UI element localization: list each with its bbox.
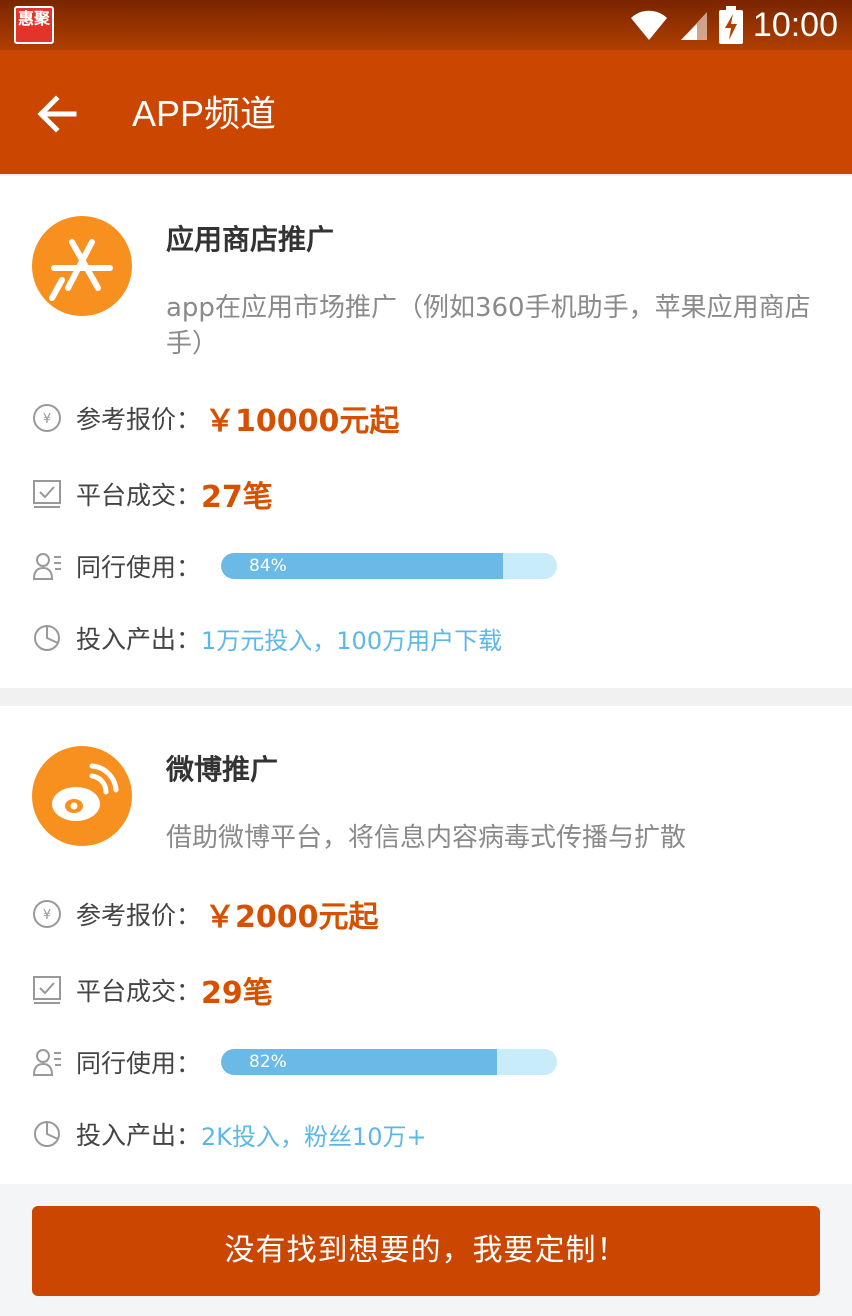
usage-label: 同行使用： bbox=[76, 553, 202, 582]
user-list-icon bbox=[32, 1049, 61, 1076]
deals-label: 平台成交： bbox=[76, 977, 202, 1006]
usage-progress-text: 82% bbox=[249, 1052, 287, 1072]
app-bar: APP频道 bbox=[0, 50, 852, 174]
deals-row: 平台成交： 29笔 bbox=[32, 970, 273, 1011]
roi-label: 投入产出： bbox=[76, 625, 202, 654]
price-value: ￥2000元起 bbox=[205, 900, 379, 935]
deals-value: 27笔 bbox=[201, 480, 273, 515]
card-title: 微博推广 bbox=[166, 753, 279, 786]
pie-chart-icon bbox=[34, 1121, 60, 1147]
roi-label: 投入产出： bbox=[76, 1121, 202, 1150]
service-card-weibo[interactable]: 微博推广 借助微博平台，将信息内容病毒式传播与扩散 ¥ 参考报价： ￥2000元… bbox=[0, 706, 852, 1184]
deals-label: 平台成交： bbox=[76, 481, 202, 510]
svg-text:¥: ¥ bbox=[43, 412, 51, 427]
status-indicators: 10:00 bbox=[629, 0, 838, 50]
yen-coin-icon: ¥ bbox=[33, 900, 61, 928]
weibo-icon bbox=[52, 763, 119, 821]
page-title: APP频道 bbox=[132, 93, 277, 134]
user-list-icon bbox=[32, 553, 61, 580]
price-value: ￥10000元起 bbox=[205, 404, 400, 439]
notification-app-icon-text: 惠聚 bbox=[17, 9, 50, 28]
checkbox-icon bbox=[33, 480, 61, 508]
roi-value: 1万元投入，100万用户下载 bbox=[201, 626, 503, 655]
signal-icon bbox=[680, 12, 707, 40]
deals-value: 29笔 bbox=[201, 976, 273, 1011]
app-store-icon bbox=[49, 239, 113, 301]
status-bar: 惠聚 10:00 bbox=[0, 0, 852, 50]
roi-value: 2K投入，粉丝10万+ bbox=[201, 1122, 427, 1151]
card-description: 借助微博平台，将信息内容病毒式传播与扩散 bbox=[166, 823, 687, 853]
price-row: ¥ 参考报价： ￥10000元起 bbox=[32, 398, 400, 439]
price-label: 参考报价： bbox=[76, 901, 202, 930]
app-store-logo bbox=[32, 216, 132, 316]
notification-app-icon: 惠聚 bbox=[14, 6, 54, 44]
usage-row: 同行使用： 84% bbox=[32, 546, 558, 586]
usage-label: 同行使用： bbox=[76, 1049, 202, 1078]
status-time: 10:00 bbox=[752, 5, 838, 44]
deals-row: 平台成交： 27笔 bbox=[32, 474, 273, 515]
card-description: app在应用市场推广（例如360手机助手，苹果应用商店手） bbox=[166, 293, 811, 359]
card-title: 应用商店推广 bbox=[166, 223, 335, 256]
yen-coin-icon: ¥ bbox=[33, 404, 61, 432]
back-button[interactable] bbox=[30, 84, 90, 144]
wifi-icon bbox=[630, 10, 667, 40]
usage-progress-bar: 82% bbox=[221, 1049, 558, 1075]
bottom-action-area: 没有找到想要的，我要定制！ bbox=[0, 1184, 852, 1316]
custom-request-button[interactable]: 没有找到想要的，我要定制！ bbox=[32, 1206, 820, 1296]
service-card-app-store[interactable]: 应用商店推广 app在应用市场推广（例如360手机助手，苹果应用商店手） ¥ 参… bbox=[0, 176, 852, 688]
roi-row: 投入产出： 1万元投入，100万用户下载 bbox=[32, 618, 502, 658]
checkbox-icon bbox=[33, 976, 61, 1004]
weibo-logo bbox=[32, 746, 132, 846]
price-label: 参考报价： bbox=[76, 405, 202, 434]
roi-row: 投入产出： 2K投入，粉丝10万+ bbox=[32, 1114, 427, 1154]
pie-chart-icon bbox=[34, 625, 60, 651]
battery-charging-icon bbox=[718, 6, 743, 44]
svg-text:¥: ¥ bbox=[43, 908, 51, 923]
arrow-left-icon bbox=[37, 95, 77, 133]
price-row: ¥ 参考报价： ￥2000元起 bbox=[32, 894, 379, 935]
usage-progress-text: 84% bbox=[249, 556, 287, 576]
usage-row: 同行使用： 82% bbox=[32, 1042, 558, 1082]
usage-progress-bar: 84% bbox=[221, 553, 558, 579]
